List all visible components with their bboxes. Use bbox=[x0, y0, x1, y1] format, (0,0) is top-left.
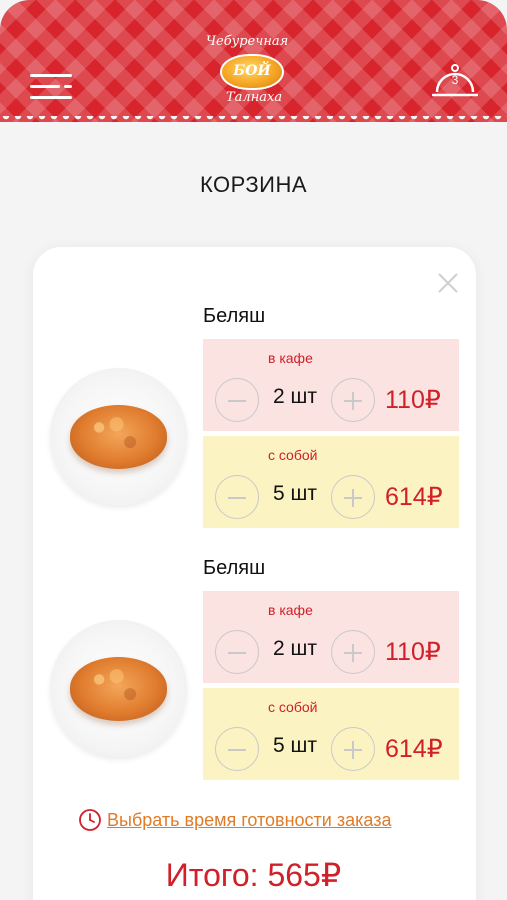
order-total: Итого: 565₽ bbox=[165, 857, 342, 893]
close-button[interactable] bbox=[437, 272, 459, 294]
time-link-text: Выбрать время готовности заказа bbox=[107, 809, 392, 830]
close-icon bbox=[438, 273, 458, 293]
clock-icon bbox=[79, 809, 101, 831]
option-price: 110₽ bbox=[385, 638, 441, 666]
product-image bbox=[50, 620, 187, 757]
hamburger-menu-icon[interactable] bbox=[30, 74, 72, 100]
increase-button[interactable] bbox=[331, 630, 375, 674]
header-bar: Чебуречная БОЙ Талнаха 3 bbox=[0, 0, 507, 122]
logo-pie: БОЙ bbox=[220, 54, 284, 90]
increase-button[interactable] bbox=[331, 475, 375, 519]
option-label: с собой bbox=[268, 447, 318, 463]
product-image bbox=[50, 368, 187, 505]
option-price: 614₽ bbox=[385, 483, 443, 511]
quantity-value: 5 шт bbox=[273, 482, 317, 505]
choose-ready-time-link[interactable]: Выбрать время готовности заказа bbox=[78, 807, 391, 833]
option-label: в кафе bbox=[268, 350, 313, 366]
cart-count-badge: 3 bbox=[451, 73, 459, 87]
logo-center: БОЙ bbox=[233, 63, 271, 79]
option-label: с собой bbox=[268, 699, 318, 715]
decrease-button[interactable] bbox=[215, 630, 259, 674]
quantity-value: 2 шт bbox=[273, 637, 317, 660]
option-dine-in: в кафе 2 шт 110₽ bbox=[203, 339, 459, 431]
option-label: в кафе bbox=[268, 602, 313, 618]
belyash-pie bbox=[70, 657, 167, 721]
brand-logo[interactable]: Чебуречная БОЙ Талнаха bbox=[198, 30, 308, 110]
belyash-pie bbox=[70, 405, 167, 469]
decrease-button[interactable] bbox=[215, 727, 259, 771]
item-title: Беляш bbox=[203, 557, 266, 579]
option-takeaway: с собой 5 шт 614₽ bbox=[203, 436, 459, 528]
quantity-value: 2 шт bbox=[273, 385, 317, 408]
increase-button[interactable] bbox=[331, 378, 375, 422]
cart-cloche-icon[interactable]: 3 bbox=[431, 62, 479, 102]
logo-line2: Талнаха bbox=[226, 90, 283, 105]
decrease-button[interactable] bbox=[215, 475, 259, 519]
decrease-button[interactable] bbox=[215, 378, 259, 422]
quantity-value: 5 шт bbox=[273, 734, 317, 757]
logo-line1: Чебуречная bbox=[206, 34, 289, 49]
option-price: 110₽ bbox=[385, 386, 441, 414]
option-price: 614₽ bbox=[385, 735, 443, 763]
option-takeaway: с собой 5 шт 614₽ bbox=[203, 688, 459, 780]
option-dine-in: в кафе 2 шт 110₽ bbox=[203, 591, 459, 683]
page-title: КОРЗИНА bbox=[199, 172, 308, 197]
increase-button[interactable] bbox=[331, 727, 375, 771]
item-title: Беляш bbox=[203, 305, 266, 327]
